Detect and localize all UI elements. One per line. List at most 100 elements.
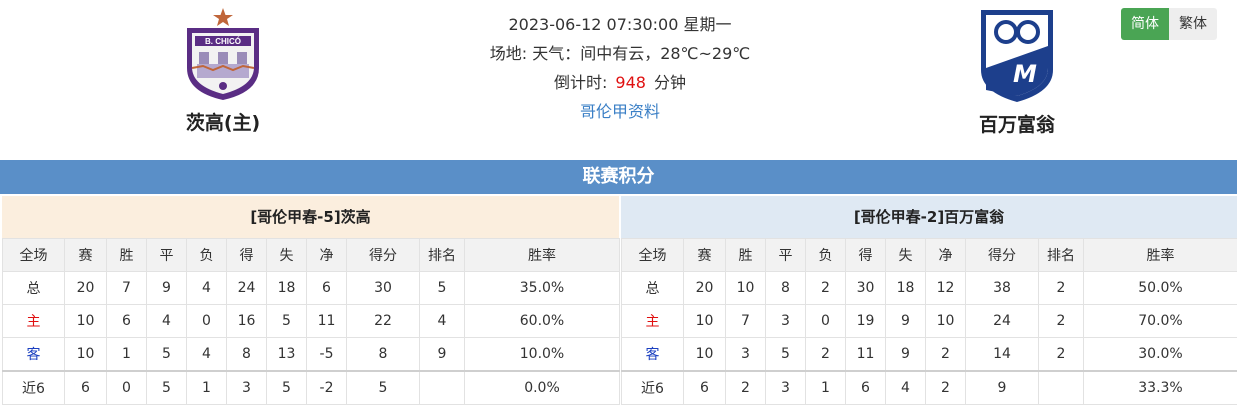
- column-header: 得分: [965, 238, 1039, 272]
- table-cell: 1: [805, 370, 846, 405]
- column-header: 净: [306, 238, 347, 272]
- table-cell: 18: [266, 271, 307, 305]
- table-cell: 30: [845, 271, 886, 305]
- table-cell: 9: [885, 304, 926, 338]
- table-cell: 2: [1038, 337, 1084, 372]
- table-cell: 5: [266, 304, 307, 338]
- table-cell: [419, 370, 465, 405]
- table-row: 主 10 6 4 0 16 5 11 22 4 60.0%: [2, 304, 620, 338]
- table-cell: 60.0%: [464, 304, 620, 338]
- table-cell: 2: [1038, 304, 1084, 338]
- table-header-row: 全场赛胜平负得失净得分 排名 胜率: [621, 238, 1237, 272]
- table-cell: 50.0%: [1083, 271, 1237, 305]
- league-info-link[interactable]: 哥伦甲资料: [430, 97, 810, 126]
- away-team-logo: M: [981, 10, 1053, 102]
- column-header: 失: [266, 238, 307, 272]
- table-cell: 10: [683, 304, 726, 338]
- table-cell: 20: [683, 271, 726, 305]
- table-cell: 11: [845, 337, 886, 372]
- table-header-row: 全场赛胜平负得失净得分 排名 胜率: [2, 238, 620, 272]
- table-row: 总 20 10 8 2 30 18 12 38 2 50.0%: [621, 271, 1237, 305]
- column-header: 赛: [683, 238, 726, 272]
- table-cell: 4: [419, 304, 465, 338]
- table-cell: 2: [805, 271, 846, 305]
- column-header: 胜: [106, 238, 147, 272]
- match-info: 2023-06-12 07:30:00 星期一 场地: 天气：间中有云，28℃~…: [430, 10, 810, 126]
- table-cell: 9: [146, 271, 187, 305]
- countdown-unit: 分钟: [653, 73, 686, 92]
- table-cell: 16: [226, 304, 267, 338]
- table-cell: 5: [765, 337, 806, 372]
- column-header: 负: [805, 238, 846, 272]
- table-cell: 2: [725, 370, 766, 405]
- table-cell: 3: [765, 304, 806, 338]
- table-cell: 0: [106, 370, 147, 405]
- match-header: B. CHICÓ 茨高(主) 2023-06-12 07:30:00 星期一 场…: [0, 0, 1237, 158]
- column-header: 排名: [1038, 238, 1084, 272]
- column-header: 全场: [621, 238, 684, 272]
- table-cell: 10: [64, 337, 107, 372]
- table-cell: 1: [186, 370, 227, 405]
- row-label: 主: [621, 304, 684, 338]
- table-cell: 24: [965, 304, 1039, 338]
- table-cell: [1038, 370, 1084, 405]
- table-cell: 8: [765, 271, 806, 305]
- column-header: 胜率: [1083, 238, 1237, 272]
- table-cell: 19: [845, 304, 886, 338]
- column-header: 得分: [346, 238, 420, 272]
- table-cell: 7: [725, 304, 766, 338]
- table-row: 主 10 7 3 0 19 9 10 24 2 70.0%: [621, 304, 1237, 338]
- home-logo-text: B. CHICÓ: [205, 37, 241, 46]
- table-cell: 2: [925, 337, 966, 372]
- table-cell: 18: [885, 271, 926, 305]
- svg-text:M: M: [1013, 60, 1037, 88]
- traditional-chinese-button[interactable]: 繁体: [1169, 8, 1217, 40]
- table-cell: 8: [226, 337, 267, 372]
- row-label: 主: [2, 304, 65, 338]
- venue-weather: 场地: 天气：间中有云，28℃~29℃: [489, 44, 751, 63]
- column-header: 负: [186, 238, 227, 272]
- table-cell: 1: [106, 337, 147, 372]
- table-cell: 7: [106, 271, 147, 305]
- home-standings-header: [哥伦甲春-5]茨高: [2, 196, 619, 238]
- table-cell: 24: [226, 271, 267, 305]
- home-team-logo: B. CHICÓ: [187, 8, 259, 100]
- away-team: M 百万富翁: [887, 0, 1147, 137]
- table-cell: 20: [64, 271, 107, 305]
- home-standings-panel: [哥伦甲春-5]茨高 全场赛胜平负得失净得分 排名 胜率 总 20 7 9 4 24 18 6 30…: [2, 196, 620, 407]
- home-team: B. CHICÓ 茨高(主): [93, 0, 353, 135]
- countdown-value: 948: [615, 73, 646, 92]
- row-label: 客: [621, 337, 684, 372]
- row-label: 近6: [621, 370, 684, 405]
- table-cell: 4: [186, 271, 227, 305]
- table-cell: 5: [419, 271, 465, 305]
- table-cell: 6: [845, 370, 886, 405]
- table-cell: 9: [965, 370, 1039, 405]
- table-cell: 3: [765, 370, 806, 405]
- table-cell: 5: [346, 370, 420, 405]
- row-label: 总: [621, 271, 684, 305]
- table-row: 总 20 7 9 4 24 18 6 30 5 35.0%: [2, 271, 620, 305]
- table-cell: 2: [1038, 271, 1084, 305]
- table-cell: 6: [64, 370, 107, 405]
- table-cell: 9: [885, 337, 926, 372]
- table-cell: 70.0%: [1083, 304, 1237, 338]
- table-cell: 33.3%: [1083, 370, 1237, 405]
- language-switch: 简体 繁体: [1121, 8, 1217, 40]
- table-cell: 2: [805, 337, 846, 372]
- away-standings-panel: [哥伦甲春-2]百万富翁 全场赛胜平负得失净得分 排名 胜率 总 20 10 8 2 30 18…: [621, 196, 1237, 407]
- away-standings-table: 全场赛胜平负得失净得分 排名 胜率 总 20 10 8 2 30 18 12 38 2 50.0% 主 10…: [621, 238, 1237, 405]
- column-header: 胜率: [464, 238, 620, 272]
- table-cell: 30: [346, 271, 420, 305]
- table-row: 客 10 3 5 2 11 9 2 14 2 30.0%: [621, 337, 1237, 372]
- table-cell: 6: [683, 370, 726, 405]
- table-cell: 30.0%: [1083, 337, 1237, 372]
- away-standings-header: [哥伦甲春-2]百万富翁: [621, 196, 1237, 238]
- table-cell: 4: [885, 370, 926, 405]
- simplified-chinese-button[interactable]: 简体: [1121, 8, 1169, 40]
- table-cell: -5: [306, 337, 347, 372]
- countdown: 倒计时: 948 分钟: [430, 68, 810, 97]
- table-cell: 10: [925, 304, 966, 338]
- table-cell: 4: [186, 337, 227, 372]
- column-header: 得: [845, 238, 886, 272]
